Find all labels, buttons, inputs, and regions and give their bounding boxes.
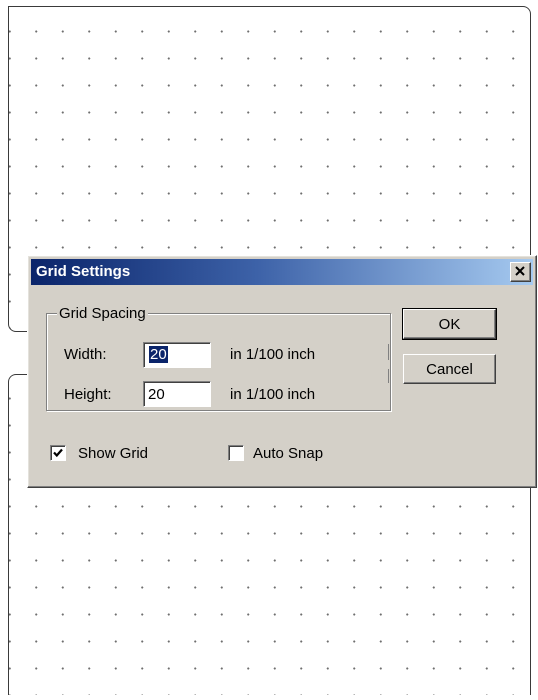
dialog-title: Grid Settings: [36, 263, 131, 280]
close-button[interactable]: [510, 262, 531, 282]
grid-settings-dialog: Grid Settings Grid Spacing Width: 20 in …: [27, 255, 537, 488]
width-field[interactable]: 20: [143, 342, 211, 368]
height-label: Height:: [64, 386, 112, 403]
show-grid-checkbox[interactable]: [50, 445, 66, 461]
height-unit-label: in 1/100 inch: [230, 386, 316, 403]
height-field[interactable]: [143, 381, 211, 407]
height-input[interactable]: [144, 382, 210, 406]
cancel-button-label: Cancel: [426, 360, 473, 378]
width-value-selected: 20: [149, 346, 168, 363]
checkmark-icon: [53, 448, 63, 458]
dialog-titlebar[interactable]: Grid Settings: [31, 259, 533, 285]
separator-mark: [388, 344, 389, 360]
cancel-button[interactable]: Cancel: [403, 354, 496, 384]
separator-mark: [388, 369, 389, 383]
width-label: Width:: [64, 346, 107, 363]
auto-snap-label[interactable]: Auto Snap: [253, 445, 323, 462]
close-icon: [515, 266, 525, 276]
grid-spacing-label: Grid Spacing: [57, 305, 148, 322]
ok-button[interactable]: OK: [402, 308, 497, 340]
auto-snap-checkbox[interactable]: [228, 445, 244, 461]
ok-button-label: OK: [438, 315, 461, 333]
width-unit-label: in 1/100 inch: [230, 346, 316, 363]
show-grid-label[interactable]: Show Grid: [78, 445, 148, 462]
